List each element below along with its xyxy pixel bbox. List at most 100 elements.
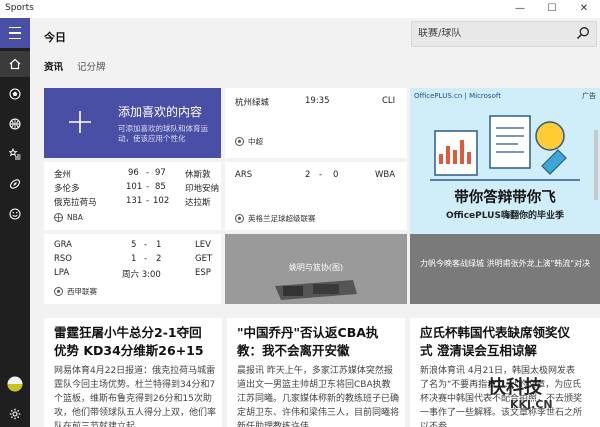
away-score: 1 bbox=[156, 240, 162, 250]
search-input[interactable] bbox=[418, 28, 568, 39]
search-icon[interactable] bbox=[576, 26, 590, 40]
nav-feedback[interactable] bbox=[0, 201, 30, 227]
score-separator: - bbox=[144, 254, 148, 264]
league-label: 西甲联赛 bbox=[54, 286, 97, 297]
league-name: 中超 bbox=[248, 137, 263, 146]
away-team: 达拉斯 bbox=[185, 198, 211, 208]
home-team: 金州 bbox=[54, 170, 72, 180]
smile-icon bbox=[9, 208, 21, 220]
nav-football[interactable] bbox=[0, 171, 30, 197]
header: 今日 资讯 记分牌 bbox=[30, 18, 600, 78]
home-score: 131 bbox=[126, 196, 143, 206]
score-separator: - bbox=[146, 196, 150, 206]
nav-soccer[interactable] bbox=[0, 81, 30, 107]
league-name: NBA bbox=[67, 213, 83, 222]
add-favorites-subtitle: 可添加喜欢的球队和体育运动，使该应用个性化 bbox=[118, 124, 208, 143]
score-separator: - bbox=[144, 240, 148, 250]
watermark-url: KKJ.CN bbox=[510, 398, 553, 411]
photo-image bbox=[275, 280, 357, 300]
home-score: 2 bbox=[305, 170, 311, 180]
avatar bbox=[7, 376, 23, 392]
article-card[interactable]: 雷霆狂屠小牛总分2-1夺回优势 KD34分维斯26+15 网易体育4月22日报道… bbox=[44, 318, 222, 427]
ad-brand: OfficePLUS.cn | Microsoft bbox=[414, 92, 501, 100]
ad-tile[interactable]: OfficePLUS.cn | Microsoft 广告 带你答辩带你飞 Off… bbox=[410, 88, 600, 234]
news-photo-tile[interactable]: 姚明与篮协(图) bbox=[225, 234, 407, 304]
football-icon bbox=[9, 179, 21, 189]
plus-icon bbox=[69, 111, 91, 133]
home-team: 俄克拉荷马 bbox=[54, 198, 97, 208]
home-team: RSO bbox=[54, 254, 72, 264]
nav-home[interactable] bbox=[0, 51, 30, 77]
away-score: 85 bbox=[155, 182, 166, 192]
away-team: 休斯敦 bbox=[185, 170, 211, 180]
ad-illustration bbox=[430, 115, 580, 181]
photo-caption: 姚明与篮协(图) bbox=[288, 263, 344, 272]
article-snippet: 网易体育4月22日报道：俄克拉荷马城雷霆队今回主场优势。杜兰特得到34分和7个篮… bbox=[54, 366, 217, 427]
away-score: 2 bbox=[156, 254, 162, 264]
article-title: 应氏杯韩国代表缺席领奖仪式 澄清误会互相谅解 bbox=[420, 325, 571, 358]
laliga-scores-tile[interactable]: GRA 5 - 1 LEV RSO 1 - 2 GET LPA 周六 3:00 … bbox=[44, 234, 221, 304]
app-title: Sports bbox=[5, 3, 34, 13]
match-time: 周六 3:00 bbox=[122, 270, 161, 280]
away-score: 102 bbox=[153, 196, 170, 206]
league-label: 中超 bbox=[235, 136, 263, 147]
tab-news[interactable]: 资讯 bbox=[44, 59, 63, 73]
title-bar: Sports — ☐ ✕ bbox=[0, 0, 600, 18]
basketball-icon bbox=[9, 118, 21, 130]
home-score: 101 bbox=[126, 182, 143, 192]
away-team: CLI bbox=[382, 96, 396, 106]
account-button[interactable] bbox=[0, 371, 30, 397]
home-score: 96 bbox=[128, 168, 139, 178]
epl-match-tile[interactable]: ARS 2 - 0 WBA 英格兰足球超级联赛 bbox=[225, 162, 407, 230]
score-separator: - bbox=[146, 168, 150, 178]
search-box[interactable] bbox=[411, 21, 597, 47]
menu-button[interactable] bbox=[0, 18, 30, 48]
home-icon bbox=[9, 58, 21, 70]
gear-icon bbox=[9, 408, 21, 420]
home-team: LPA bbox=[54, 268, 70, 278]
photo-caption: 力帆今晚客战绿城 洪明甫张外龙上演"韩流"对决 bbox=[420, 259, 590, 268]
home-score: 5 bbox=[131, 240, 137, 250]
away-team: ESP bbox=[195, 268, 211, 278]
minimize-button[interactable]: — bbox=[504, 0, 536, 18]
add-favorites-tile[interactable]: 添加喜欢的内容 可添加喜欢的球队和体育运动，使该应用个性化 bbox=[44, 88, 221, 158]
home-team: 杭州绿城 bbox=[235, 98, 270, 108]
away-score: 0 bbox=[333, 170, 339, 180]
league-label: 英格兰足球超级联赛 bbox=[235, 213, 316, 224]
away-team: LEV bbox=[195, 240, 211, 250]
scrollbar[interactable] bbox=[594, 130, 598, 200]
score-separator: - bbox=[146, 182, 150, 192]
away-team: WBA bbox=[375, 170, 396, 180]
nav-favorites[interactable] bbox=[0, 141, 30, 167]
news-photo-tile[interactable]: 力帆今晚客战绿城 洪明甫张外龙上演"韩流"对决 bbox=[410, 234, 600, 304]
article-card[interactable]: "中国乔丹"否认返CBA执教：我不会离开安徽 晨报讯 昨天上午，多家江苏媒体突然… bbox=[227, 318, 405, 427]
ad-label: 广告 bbox=[582, 92, 596, 100]
article-title: "中国乔丹"否认返CBA执教：我不会离开安徽 bbox=[237, 325, 379, 358]
match-time: 19:35 bbox=[305, 96, 330, 106]
league-name: 西甲联赛 bbox=[67, 287, 97, 296]
article-title: 雷霆狂屠小牛总分2-1夺回优势 KD34分维斯26+15 bbox=[54, 325, 204, 358]
csl-match-tile[interactable]: 杭州绿城 19:35 CLI 中超 bbox=[225, 88, 407, 158]
home-team: 多伦多 bbox=[54, 184, 80, 194]
article-snippet: 晨报讯 昨天上午，多家江苏媒体突然报道出文一男篮主帅胡卫东将回CBA执教江苏同曦… bbox=[237, 366, 400, 427]
nav-basketball[interactable] bbox=[0, 111, 30, 137]
star-list-icon bbox=[9, 148, 21, 160]
score-separator: - bbox=[319, 170, 323, 180]
tab-scoreboard[interactable]: 记分牌 bbox=[77, 59, 106, 73]
home-team: GRA bbox=[54, 240, 72, 250]
away-team: GET bbox=[195, 254, 213, 264]
add-favorites-title: 添加喜欢的内容 bbox=[118, 105, 203, 119]
soccer-ball-icon bbox=[54, 287, 63, 296]
close-button[interactable]: ✕ bbox=[568, 0, 600, 18]
hamburger-icon bbox=[9, 25, 21, 42]
ad-subheadline: OfficePLUS嗨翻你的毕业季 bbox=[446, 211, 564, 221]
nav-rail bbox=[0, 18, 30, 427]
soccer-ball-icon bbox=[235, 214, 244, 223]
basketball-icon bbox=[54, 213, 63, 222]
away-score: 97 bbox=[155, 168, 166, 178]
league-icon bbox=[235, 137, 244, 146]
watermark-logo: 快科技 bbox=[488, 377, 542, 398]
maximize-button[interactable]: ☐ bbox=[536, 0, 568, 18]
nav-settings[interactable] bbox=[0, 401, 30, 427]
nba-scores-tile[interactable]: 金州 96 - 97 休斯敦 多伦多 101 - 85 印地安纳 俄克拉荷马 1… bbox=[44, 162, 221, 230]
